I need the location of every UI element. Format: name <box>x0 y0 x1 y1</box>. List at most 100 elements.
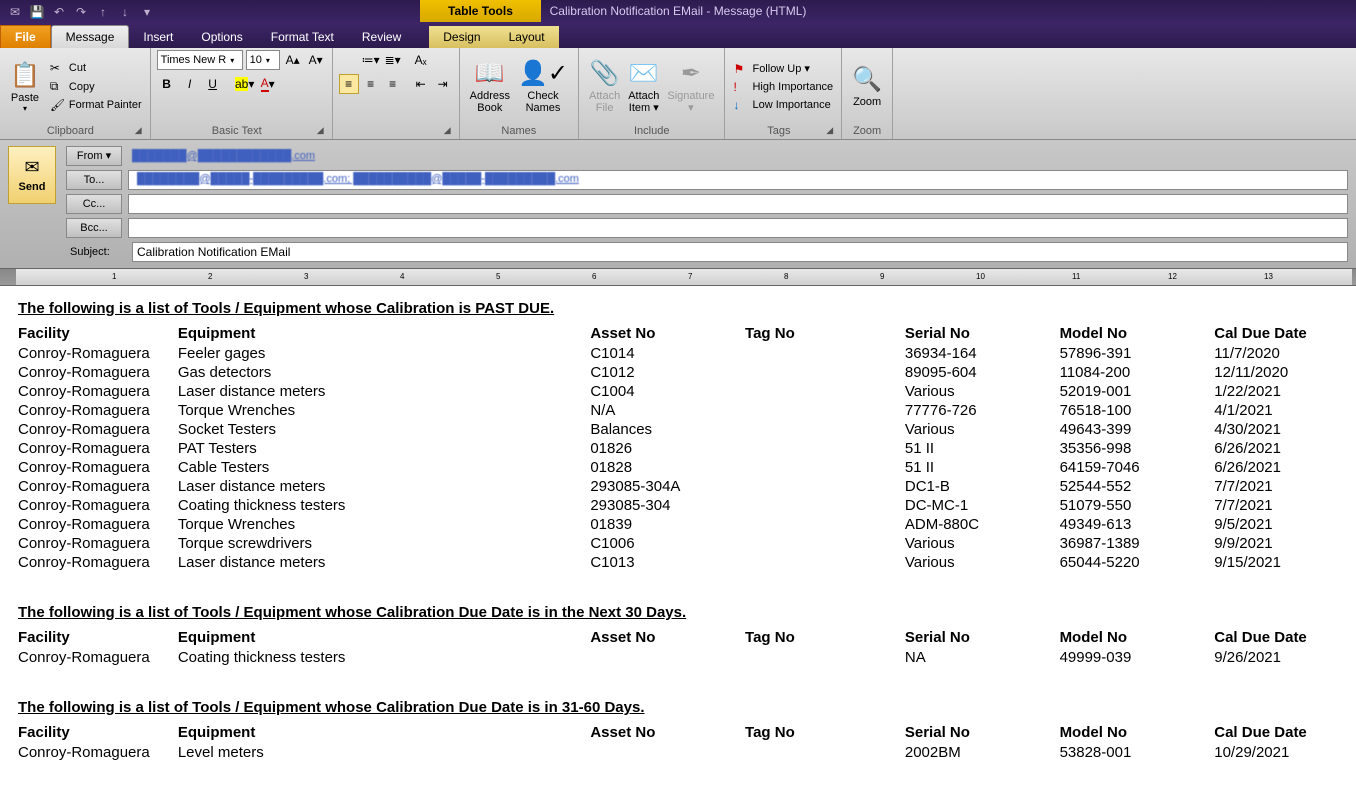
low-importance-icon: ↓ <box>733 98 749 112</box>
italic-button[interactable]: I <box>180 74 200 94</box>
table-row: Conroy-RomagueraCoating thickness tester… <box>18 648 1338 667</box>
bold-button[interactable]: B <box>157 74 177 94</box>
highlight-button[interactable]: ab▾ <box>235 74 255 94</box>
clear-formatting-button[interactable]: Aₓ <box>411 50 431 70</box>
cc-input[interactable] <box>128 194 1348 214</box>
tab-file[interactable]: File <box>0 25 51 48</box>
cell-due: 6/26/2021 <box>1214 439 1338 458</box>
increase-indent-button[interactable]: ⇥ <box>433 74 453 94</box>
cell-asset: 01828 <box>590 458 745 477</box>
cell-asset <box>590 648 745 667</box>
cell-serial: 89095-604 <box>905 363 1060 382</box>
save-icon[interactable]: 💾 <box>28 3 46 21</box>
group-names: 📖Address Book 👤✓Check Names Names <box>460 48 579 139</box>
cell-facility: Conroy-Romaguera <box>18 382 178 401</box>
cell-tag <box>745 439 905 458</box>
cell-model: 52544-552 <box>1060 477 1215 496</box>
from-button[interactable]: From ▾ <box>66 146 122 166</box>
cell-due: 9/15/2021 <box>1214 553 1338 572</box>
quick-access-toolbar: ✉ 💾 ↶ ↷ ↑ ↓ ▾ <box>4 3 158 21</box>
check-names-button[interactable]: 👤✓Check Names <box>514 57 572 116</box>
redo-icon[interactable]: ↷ <box>72 3 90 21</box>
align-right-button[interactable]: ≡ <box>383 74 403 94</box>
subject-input[interactable] <box>132 242 1348 262</box>
qat-more-icon[interactable]: ▾ <box>138 3 156 21</box>
align-center-button[interactable]: ≡ <box>361 74 381 94</box>
high-importance-button[interactable]: !High Importance <box>731 79 835 95</box>
cell-asset: C1013 <box>590 553 745 572</box>
font-size-dropdown[interactable]: 10▾ <box>246 50 280 70</box>
underline-button[interactable]: U <box>203 74 223 94</box>
ruler[interactable]: 12345678910111213 <box>0 268 1356 286</box>
decrease-indent-button[interactable]: ⇤ <box>411 74 431 94</box>
prev-icon[interactable]: ↑ <box>94 3 112 21</box>
cut-button[interactable]: ✂Cut <box>48 60 144 76</box>
tab-review[interactable]: Review <box>348 26 415 48</box>
shrink-font-button[interactable]: A▾ <box>306 50 326 70</box>
attach-item-button[interactable]: ✉️Attach Item ▾ <box>624 57 663 116</box>
low-importance-button[interactable]: ↓Low Importance <box>731 97 835 113</box>
font-color-button[interactable]: A▾ <box>258 74 278 94</box>
cell-model: 51079-550 <box>1060 496 1215 515</box>
tab-insert[interactable]: Insert <box>129 26 187 48</box>
basic-text-launcher[interactable]: ◢ <box>317 125 324 136</box>
cc-button[interactable]: Cc... <box>66 194 122 214</box>
cell-asset: C1012 <box>590 363 745 382</box>
attach-file-button[interactable]: 📎Attach File <box>585 57 624 116</box>
undo-icon[interactable]: ↶ <box>50 3 68 21</box>
bcc-button[interactable]: Bcc... <box>66 218 122 238</box>
clipboard-launcher[interactable]: ◢ <box>135 125 142 136</box>
font-dropdown[interactable]: Times New R▾ <box>157 50 243 70</box>
numbering-button[interactable]: ≣▾ <box>383 50 403 70</box>
cell-asset: 293085-304 <box>590 496 745 515</box>
copy-button[interactable]: ⧉Copy <box>48 78 144 95</box>
cell-tag <box>745 496 905 515</box>
send-button[interactable]: ✉ Send <box>8 146 56 204</box>
cell-model: 49349-613 <box>1060 515 1215 534</box>
tab-layout[interactable]: Layout <box>495 26 559 48</box>
paste-button[interactable]: 📋 Paste ▾ <box>6 59 44 115</box>
cut-icon: ✂ <box>50 61 66 75</box>
bcc-input[interactable] <box>128 218 1348 238</box>
signature-button[interactable]: ✒Signature ▾ <box>663 57 718 116</box>
cell-model: 52019-001 <box>1060 382 1215 401</box>
section-heading-30-days: The following is a list of Tools / Equip… <box>18 604 1338 621</box>
to-input[interactable]: ████████@█████-█████████.com; ██████████… <box>128 170 1348 190</box>
cell-facility: Conroy-Romaguera <box>18 477 178 496</box>
zoom-button[interactable]: 🔍Zoom <box>848 63 886 110</box>
cell-model: 53828-001 <box>1060 743 1215 762</box>
cell-equipment: Laser distance meters <box>178 477 591 496</box>
tab-design[interactable]: Design <box>429 26 494 48</box>
cell-due: 10/29/2021 <box>1214 743 1338 762</box>
tab-options[interactable]: Options <box>187 26 256 48</box>
to-button[interactable]: To... <box>66 170 122 190</box>
high-importance-icon: ! <box>733 80 749 94</box>
tags-launcher[interactable]: ◢ <box>826 125 833 136</box>
format-painter-button[interactable]: 🖌Format Painter <box>48 97 144 113</box>
paragraph-launcher[interactable]: ◢ <box>444 125 451 136</box>
cell-facility: Conroy-Romaguera <box>18 344 178 363</box>
cell-facility: Conroy-Romaguera <box>18 458 178 477</box>
cell-facility: Conroy-Romaguera <box>18 401 178 420</box>
table-row: Conroy-RomagueraLaser distance metersC10… <box>18 382 1338 401</box>
brush-icon: 🖌 <box>50 98 66 112</box>
table-row: Conroy-RomagueraLaser distance meters293… <box>18 477 1338 496</box>
grow-font-button[interactable]: A▴ <box>283 50 303 70</box>
bullets-button[interactable]: ≔▾ <box>361 50 381 70</box>
address-book-button[interactable]: 📖Address Book <box>466 57 514 116</box>
cell-equipment: Torque screwdrivers <box>178 534 591 553</box>
next-icon[interactable]: ↓ <box>116 3 134 21</box>
cell-equipment: Feeler gages <box>178 344 591 363</box>
zoom-icon: 🔍 <box>852 65 882 94</box>
cell-serial: DC-MC-1 <box>905 496 1060 515</box>
cell-serial: ADM-880C <box>905 515 1060 534</box>
document-body[interactable]: The following is a list of Tools / Equip… <box>0 286 1356 789</box>
tab-format-text[interactable]: Format Text <box>257 26 348 48</box>
cell-due: 7/7/2021 <box>1214 477 1338 496</box>
follow-up-button[interactable]: ⚑Follow Up ▾ <box>731 61 835 77</box>
cell-facility: Conroy-Romaguera <box>18 534 178 553</box>
align-left-button[interactable]: ≡ <box>339 74 359 94</box>
cell-model: 11084-200 <box>1060 363 1215 382</box>
tab-message[interactable]: Message <box>51 25 130 48</box>
cell-model: 49999-039 <box>1060 648 1215 667</box>
